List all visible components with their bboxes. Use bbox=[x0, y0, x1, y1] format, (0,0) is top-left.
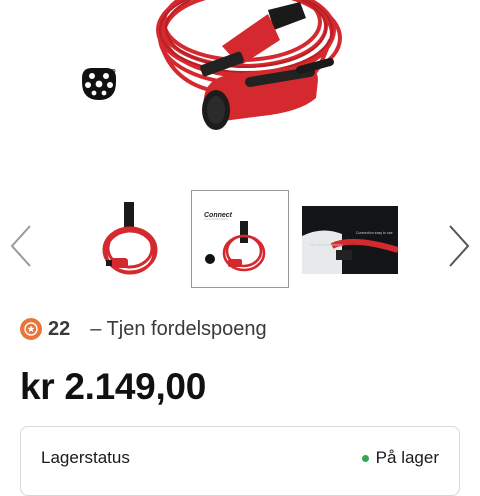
thumb-caption-right: Connection easy to use bbox=[356, 231, 393, 235]
points-count: 22 bbox=[48, 317, 71, 340]
product-price: kr 2.149,00 bbox=[20, 366, 206, 407]
type2-socket-icon bbox=[82, 68, 116, 100]
gallery-thumbnail-2-selected[interactable]: Connect bbox=[191, 190, 289, 288]
gallery-thumbnail-3[interactable]: No native Installation Connection easy t… bbox=[302, 206, 398, 274]
points-description: – Tjen fordelspoeng bbox=[90, 317, 267, 340]
chevron-right-icon bbox=[449, 225, 470, 267]
in-stock-dot-icon bbox=[361, 454, 369, 462]
loyalty-star-icon bbox=[20, 318, 42, 340]
stock-label: Lagerstatus bbox=[41, 448, 130, 467]
gallery-next-button[interactable] bbox=[446, 224, 472, 268]
loyalty-points: 22 – Tjen fordelspoeng bbox=[20, 316, 267, 342]
chevron-left-icon bbox=[10, 225, 31, 267]
stock-status: På lager bbox=[361, 448, 439, 468]
product-hero-image[interactable]: Type 2 bbox=[0, 0, 480, 172]
thumb-caption-left: No native Installation bbox=[310, 243, 343, 247]
gallery-thumbnail-1[interactable] bbox=[80, 192, 176, 288]
thumb-brand-text: Connect bbox=[204, 212, 233, 219]
gallery-prev-button[interactable] bbox=[8, 224, 34, 268]
car-charging-thumbnail-image: No native Installation Connection easy t… bbox=[302, 206, 398, 274]
ev-cable-illustration bbox=[156, 0, 342, 130]
connect-branded-thumbnail-image: Connect bbox=[204, 212, 266, 272]
stock-status-card: Lagerstatus På lager bbox=[20, 426, 460, 496]
type2-connector-badge: Type 2 bbox=[78, 66, 124, 100]
cable-thumbnail-image bbox=[102, 202, 158, 275]
stock-status-text: På lager bbox=[375, 448, 439, 467]
image-gallery: Connect No native Installation Connectio… bbox=[0, 188, 480, 292]
